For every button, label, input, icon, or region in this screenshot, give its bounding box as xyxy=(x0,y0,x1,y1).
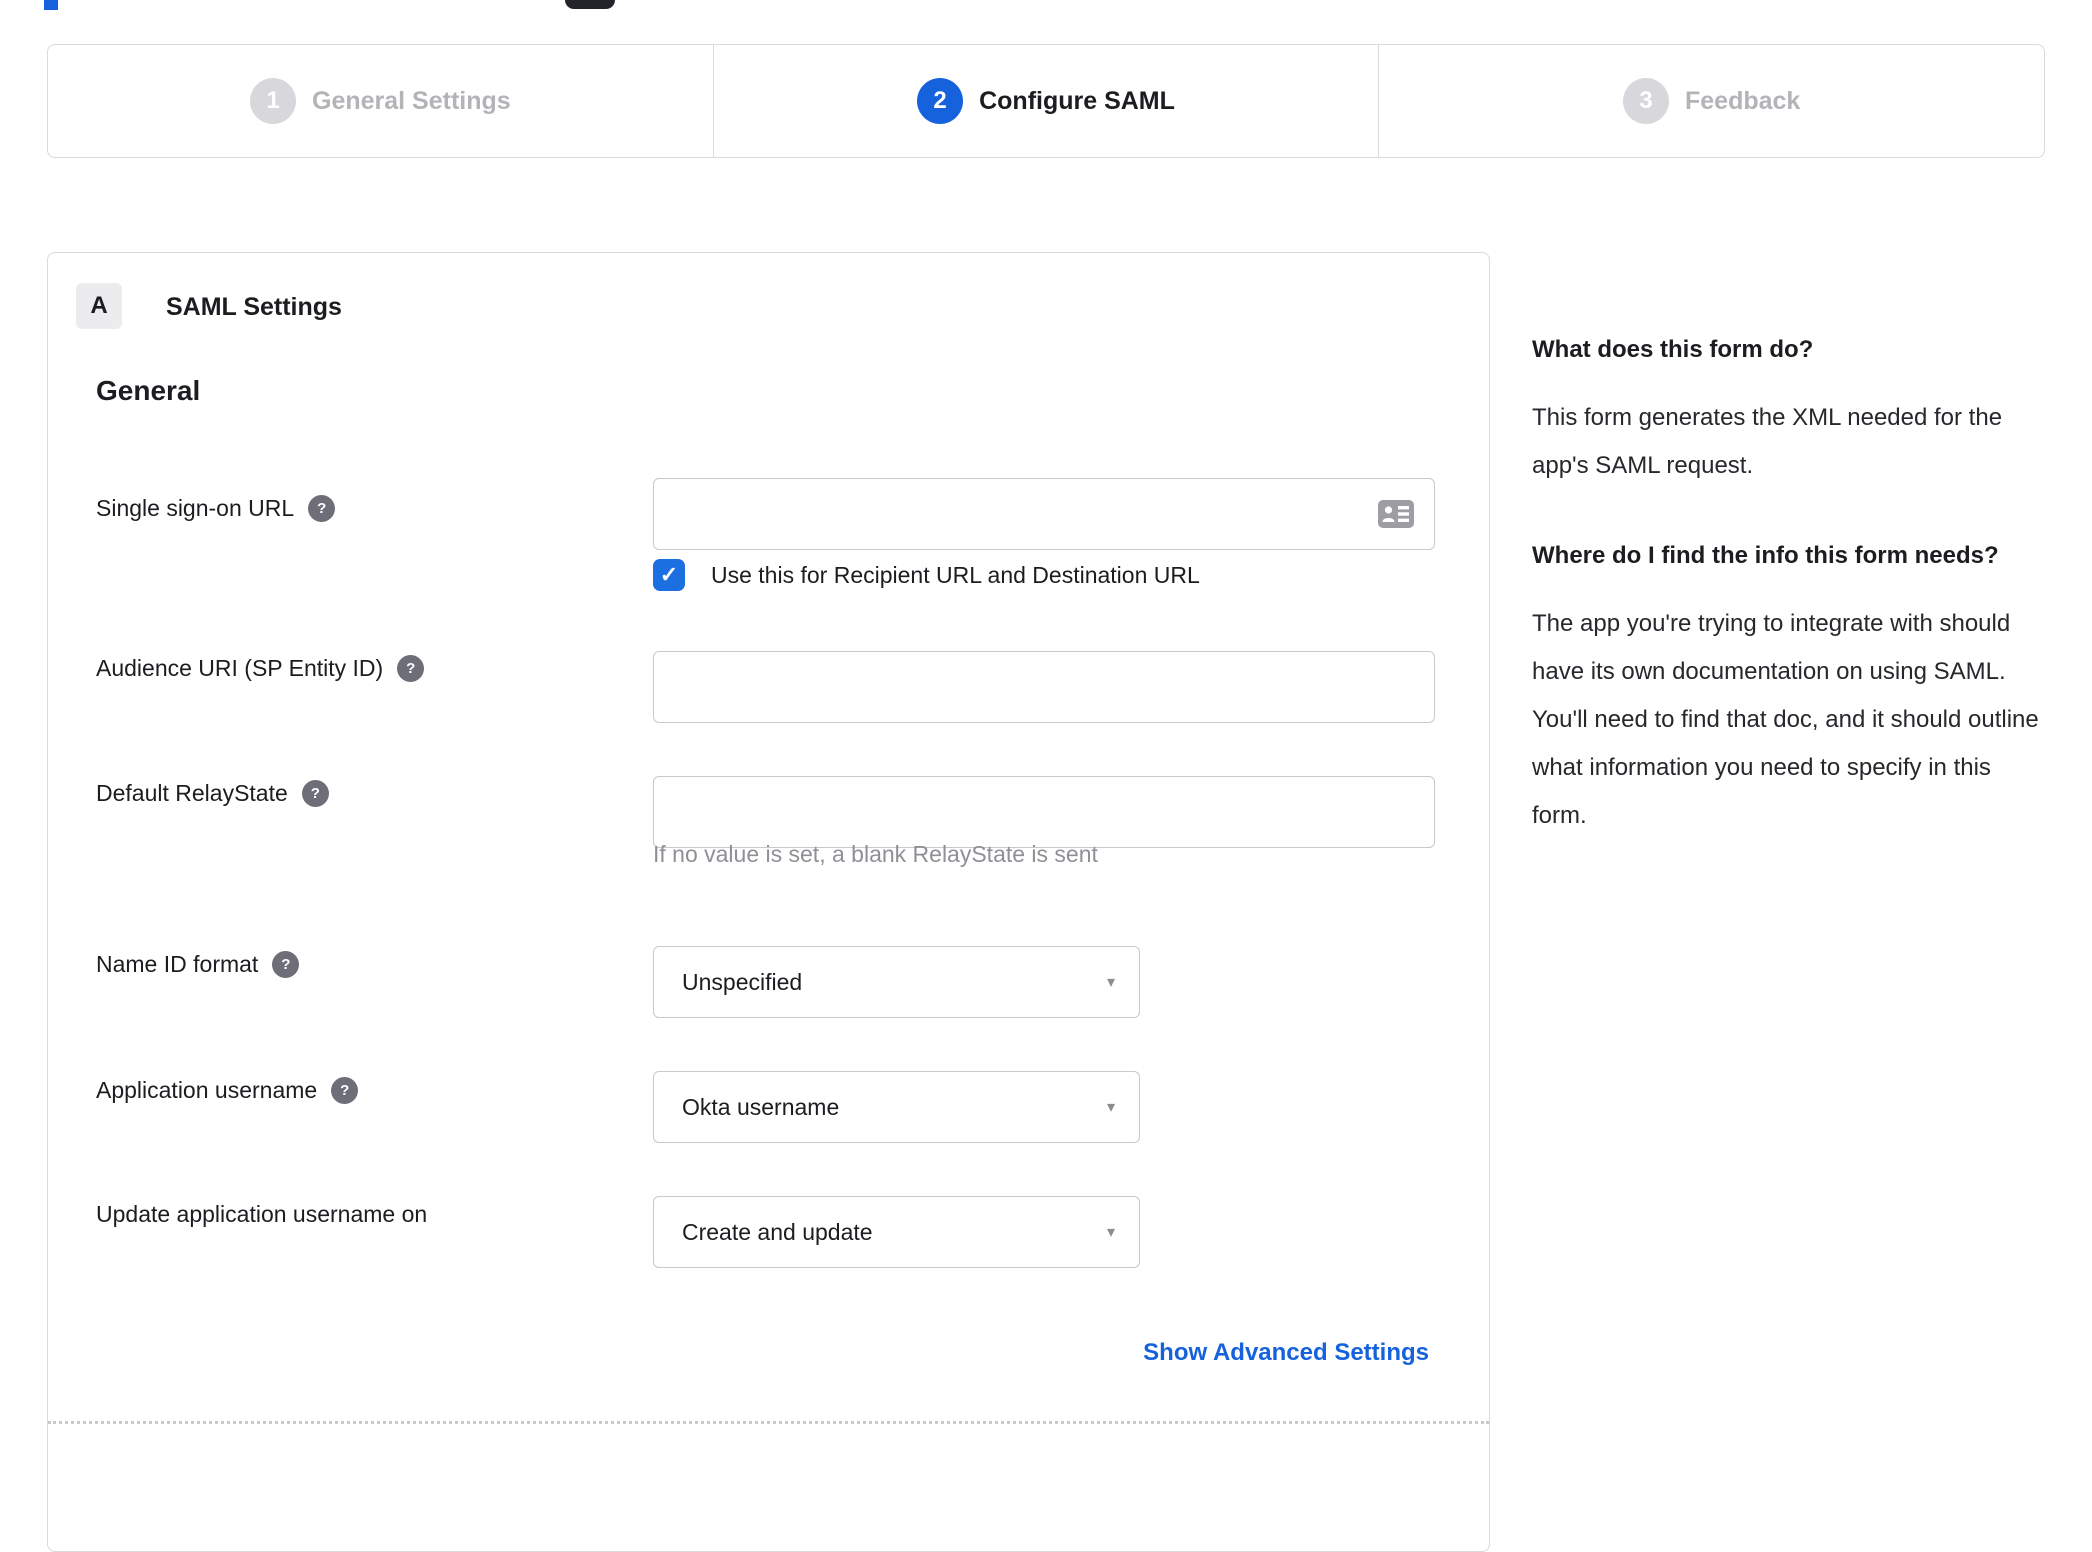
update-app-username-label-row: Update application username on xyxy=(96,1201,427,1228)
chevron-down-icon: ▾ xyxy=(1106,974,1115,991)
check-icon: ✓ xyxy=(659,562,679,587)
help-heading-what: What does this form do? xyxy=(1532,336,1814,363)
cut-off-page-title-fragment xyxy=(565,0,615,9)
name-id-format-label-row: Name ID format ? xyxy=(96,951,300,978)
step-1-number-badge: 1 xyxy=(250,78,296,124)
chevron-down-icon: ▾ xyxy=(1106,1224,1115,1241)
show-advanced-settings-link[interactable]: Show Advanced Settings xyxy=(1143,1339,1429,1367)
name-id-format-select[interactable]: Unspecified ▾ xyxy=(653,946,1140,1018)
step-1-label: General Settings xyxy=(312,86,511,115)
help-heading-where: Where do I find the info this form needs… xyxy=(1532,542,1999,569)
help-icon[interactable]: ? xyxy=(331,1077,359,1104)
section-title: SAML Settings xyxy=(166,293,342,321)
relaystate-label: Default RelayState xyxy=(96,780,288,806)
saml-settings-panel: A SAML Settings General Single sign-on U… xyxy=(47,252,1490,1552)
help-body-what: This form generates the XML needed for t… xyxy=(1532,404,2003,479)
help-body-where: The app you're trying to integrate with … xyxy=(1532,610,2039,829)
chevron-down-icon: ▾ xyxy=(1106,1099,1115,1116)
app-username-select[interactable]: Okta username ▾ xyxy=(653,1071,1140,1143)
general-group-title: General xyxy=(96,375,201,406)
step-configure-saml[interactable]: 2 Configure SAML xyxy=(714,45,1380,157)
step-2-number-badge: 2 xyxy=(917,78,964,124)
sso-url-label: Single sign-on URL xyxy=(96,495,295,521)
help-sidebar: What does this form do? This form genera… xyxy=(1532,328,2048,884)
app-username-label: Application username xyxy=(96,1077,318,1103)
app-username-label-row: Application username ? xyxy=(96,1077,359,1104)
audience-uri-input[interactable] xyxy=(653,651,1435,723)
step-2-label: Configure SAML xyxy=(979,86,1175,115)
relaystate-label-row: Default RelayState ? xyxy=(96,780,329,807)
update-app-username-label: Update application username on xyxy=(96,1201,428,1227)
sso-url-input[interactable] xyxy=(653,478,1435,550)
update-app-username-value: Create and update xyxy=(682,1218,873,1245)
name-id-format-value: Unspecified xyxy=(682,968,803,995)
help-icon[interactable]: ? xyxy=(301,780,329,807)
name-id-format-label: Name ID format xyxy=(96,951,259,977)
step-3-label: Feedback xyxy=(1685,86,1801,115)
relaystate-helper-text: If no value is set, a blank RelayState i… xyxy=(653,841,1098,867)
help-icon[interactable]: ? xyxy=(272,951,300,978)
app-username-value: Okta username xyxy=(682,1093,840,1120)
recipient-url-checkbox-label: Use this for Recipient URL and Destinati… xyxy=(711,561,1200,588)
wizard-stepper: 1 General Settings 2 Configure SAML 3 Fe… xyxy=(47,44,2045,158)
audience-uri-label-row: Audience URI (SP Entity ID) ? xyxy=(96,655,425,682)
help-icon[interactable]: ? xyxy=(397,655,425,682)
audience-uri-label: Audience URI (SP Entity ID) xyxy=(96,655,384,681)
step-feedback[interactable]: 3 Feedback xyxy=(1379,45,2044,157)
relaystate-input[interactable] xyxy=(653,776,1435,848)
contact-card-icon xyxy=(1378,500,1414,528)
update-app-username-select[interactable]: Create and update ▾ xyxy=(653,1196,1140,1268)
section-divider xyxy=(48,1421,1489,1424)
help-icon[interactable]: ? xyxy=(308,495,336,522)
step-3-number-badge: 3 xyxy=(1623,78,1669,124)
cut-off-logo-fragment xyxy=(44,0,58,10)
sso-checkbox-row: ✓ Use this for Recipient URL and Destina… xyxy=(653,559,1200,591)
step-general-settings[interactable]: 1 General Settings xyxy=(48,45,714,157)
section-a-badge: A xyxy=(76,283,122,329)
recipient-url-checkbox[interactable]: ✓ xyxy=(653,559,685,591)
sso-url-label-row: Single sign-on URL ? xyxy=(96,495,336,522)
